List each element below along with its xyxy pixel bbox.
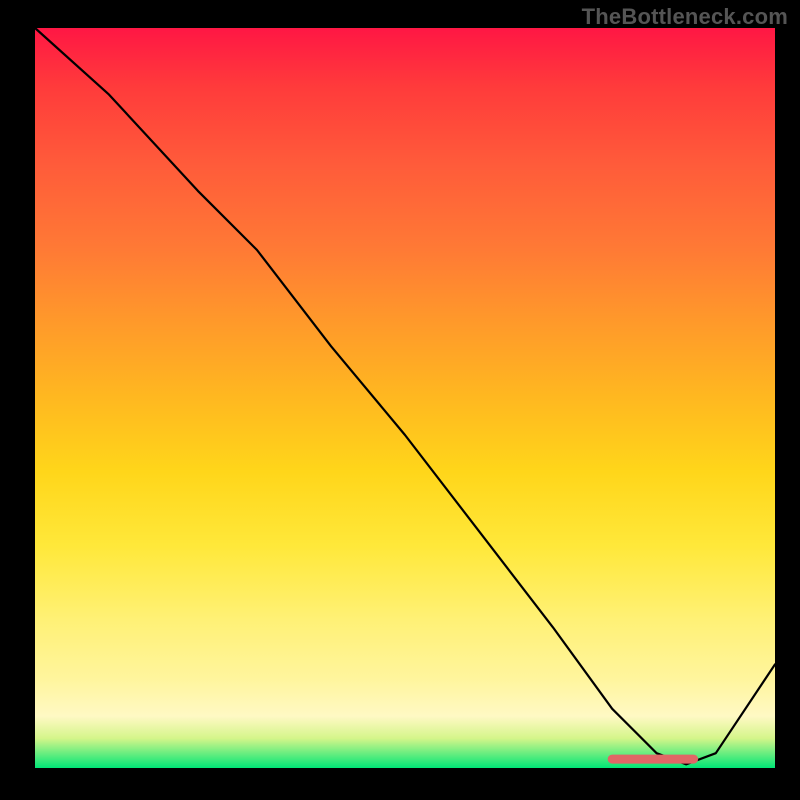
chart-svg bbox=[35, 28, 775, 768]
watermark-text: TheBottleneck.com bbox=[582, 4, 788, 30]
chart-plot-area bbox=[35, 28, 775, 768]
bottleneck-curve bbox=[35, 28, 775, 764]
